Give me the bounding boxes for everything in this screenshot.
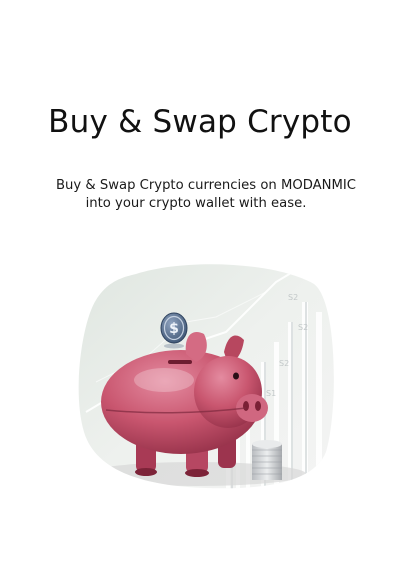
page-title: Buy & Swap Crypto	[48, 104, 352, 140]
coin-symbol: $	[169, 321, 179, 337]
piggy-bank-illustration: S2 S2 S2 S1 $	[76, 262, 336, 492]
svg-text:S2: S2	[288, 293, 298, 302]
svg-text:S2: S2	[279, 359, 289, 368]
description-line-2: into your crypto wallet with ease.	[85, 196, 307, 211]
svg-text:S1: S1	[266, 389, 276, 398]
piggy-bank-image: S2 S2 S2 S1 $	[78, 264, 334, 489]
onboarding-page: Buy & Swap Crypto Buy & Swap Crypto curr…	[0, 0, 400, 570]
svg-text:S2: S2	[298, 323, 308, 332]
description-line-1: Buy & Swap Crypto currencies on MODANMIC	[55, 178, 357, 193]
coin-stack	[252, 440, 282, 480]
